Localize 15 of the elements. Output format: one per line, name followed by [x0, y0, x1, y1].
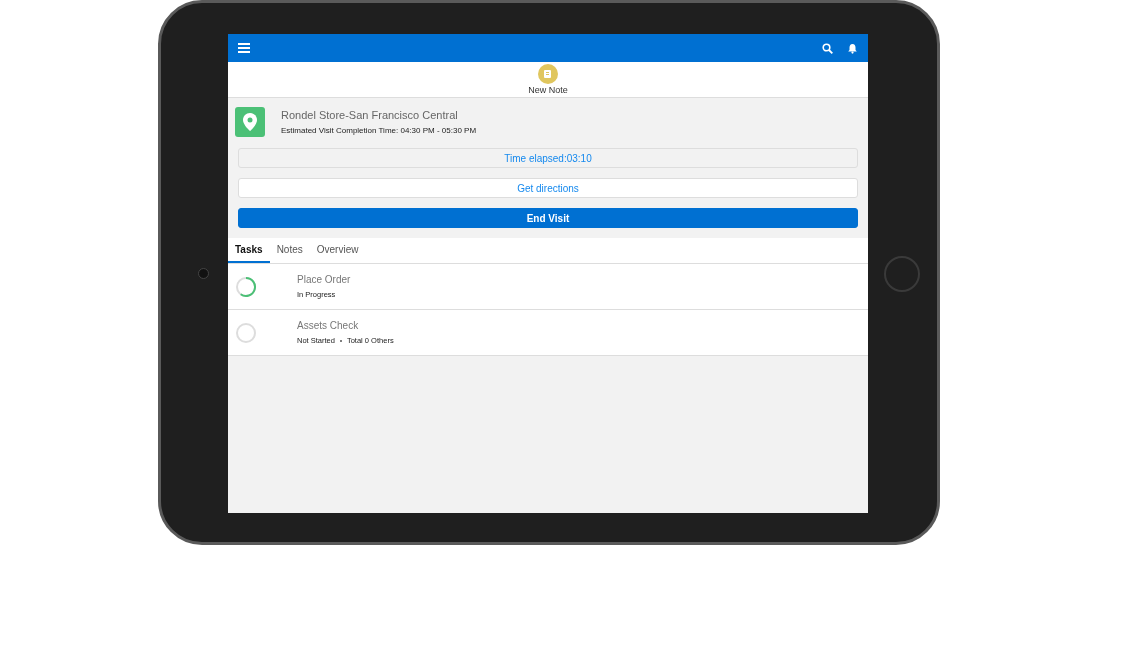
search-icon[interactable]: [822, 42, 833, 54]
menu-icon[interactable]: [238, 43, 250, 53]
progress-track: [236, 322, 256, 343]
tab[interactable]: Overview: [309, 238, 366, 263]
tab[interactable]: Notes: [269, 238, 310, 263]
store-name: Rondel Store-San Francisco Central: [281, 109, 459, 121]
task-title: Place Order: [297, 274, 351, 285]
directions-button[interactable]: Get directions: [238, 178, 858, 198]
location-pin-icon: [235, 107, 265, 137]
estimated-time: Estimated Visit Completion Time: 04:30 PM - 05:30 PM: [281, 126, 477, 135]
new-note-button[interactable]: New Note: [528, 62, 568, 97]
end-visit-button[interactable]: End Visit: [238, 208, 858, 228]
task-title: Assets Check: [297, 320, 360, 331]
bell-icon[interactable]: [847, 42, 858, 54]
camera-dot: [198, 268, 209, 279]
